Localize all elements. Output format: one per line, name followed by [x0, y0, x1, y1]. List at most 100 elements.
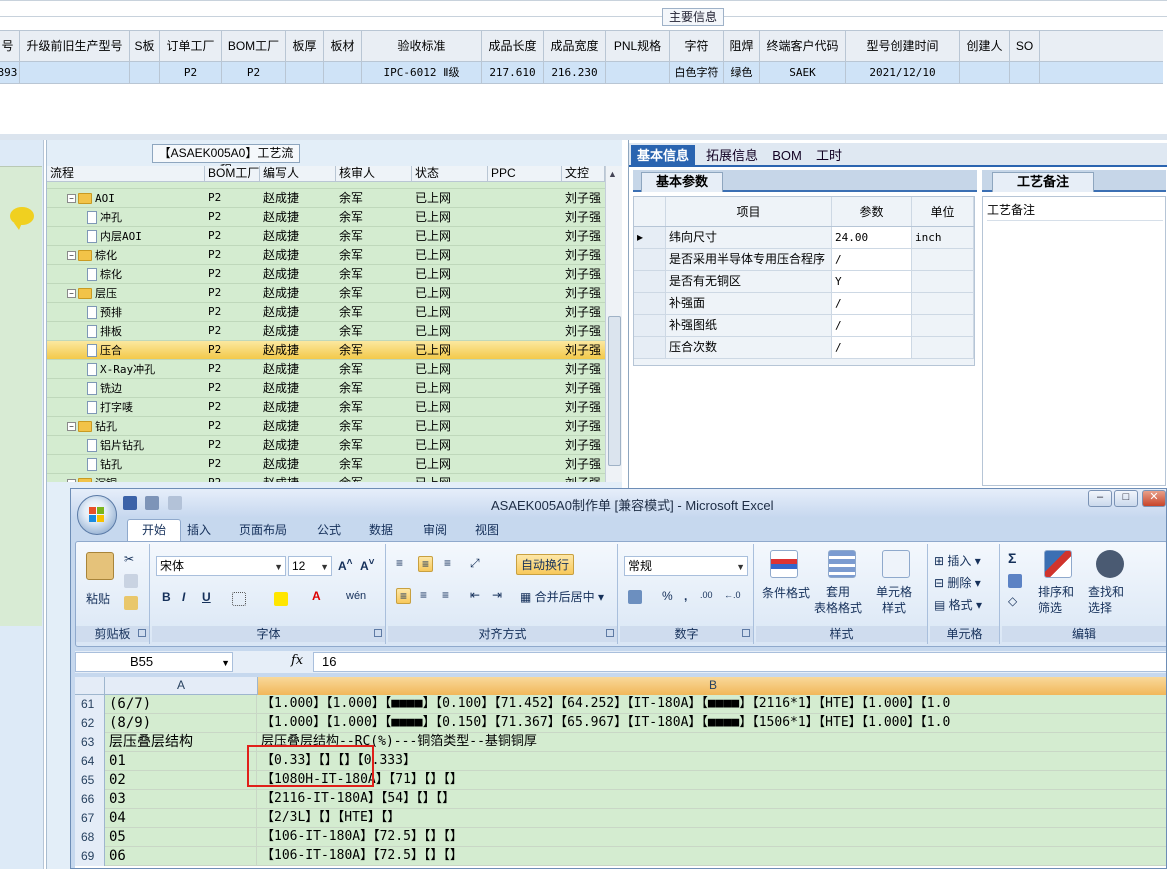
params-row[interactable]: 补强图纸 /: [634, 315, 974, 337]
ribbon-tab[interactable]: 开始: [127, 519, 182, 541]
fill-icon[interactable]: [1008, 574, 1022, 588]
insert-function-button[interactable]: fx: [291, 653, 303, 668]
params-row[interactable]: 压合次数 /: [634, 337, 974, 359]
cell-b[interactable]: 【1.000】【1.000】【■■■■】【0.150】【71.367】【65.9…: [258, 714, 1166, 733]
cell-a[interactable]: (8/9): [105, 714, 257, 733]
row-header[interactable]: 66: [75, 790, 105, 809]
tree-node[interactable]: 铝片钻孔: [87, 436, 205, 455]
tree-node[interactable]: 钻孔: [87, 455, 205, 474]
tree-row[interactable]: − AOI P2 赵成捷 余军 已上网 刘子强: [47, 189, 605, 208]
tree-row[interactable]: − 沉铜 P2赵成捷余军已上网 刘子强: [47, 474, 605, 482]
param-value[interactable]: 24.00: [832, 227, 912, 248]
close-button[interactable]: ✕: [1142, 490, 1166, 507]
format-cells-button[interactable]: ▤ 格式 ▾: [934, 596, 982, 613]
bold-button[interactable]: B: [162, 590, 171, 604]
cell-a[interactable]: 05: [105, 828, 257, 847]
cell-a[interactable]: 01: [105, 752, 257, 771]
orientation-icon[interactable]: ⤢: [470, 556, 480, 571]
row-header[interactable]: 67: [75, 809, 105, 828]
maximize-button[interactable]: □: [1114, 490, 1138, 507]
tree-node[interactable]: 棕化: [87, 265, 205, 284]
comma-button[interactable]: ,: [684, 589, 687, 603]
tab-work-hours[interactable]: 工时: [811, 145, 847, 167]
tree-row[interactable]: − 钻孔 P2 赵成捷 余军 已上网 刘子强: [47, 417, 605, 436]
percent-button[interactable]: %: [662, 589, 673, 603]
cell-b[interactable]: 【1.000】【1.000】【■■■■】【0.100】【71.452】【64.2…: [258, 695, 1166, 714]
tree-row[interactable]: 压合 P2 赵成捷 余军 已上网 刘子强: [47, 341, 605, 360]
conditional-format-button[interactable]: 条件格式: [762, 584, 810, 601]
cell-b[interactable]: 【2/3L】【】【HTE】【】: [258, 809, 1166, 828]
tree-row[interactable]: [47, 182, 605, 189]
cell-a[interactable]: 06: [105, 847, 257, 866]
increase-indent-icon[interactable]: ⇥: [492, 588, 502, 602]
wrap-text-button[interactable]: 自动换行: [516, 554, 575, 575]
redo-icon[interactable]: [167, 495, 182, 510]
main-info-row[interactable]: 393 P2P2 IPC-6012 Ⅱ级217.610216.230 白色字符绿色SA…: [0, 62, 1163, 84]
sort-filter-button[interactable]: 排序和 筛选: [1038, 584, 1074, 616]
tree-node[interactable]: − 层压: [67, 284, 205, 303]
row-header[interactable]: 68: [75, 828, 105, 847]
align-bottom-icon[interactable]: ≡: [444, 556, 451, 570]
row-header[interactable]: 62: [75, 714, 105, 733]
flow-column-header[interactable]: PPC: [488, 166, 562, 181]
border-icon[interactable]: [232, 592, 246, 606]
cell-b[interactable]: 【2116-IT-180A】【54】【】【】: [258, 790, 1166, 809]
column-header-b[interactable]: B: [258, 677, 1166, 695]
params-row[interactable]: 是否采用半导体专用压合程序 /: [634, 249, 974, 271]
param-value[interactable]: /: [832, 315, 912, 336]
cell-style-icon[interactable]: [882, 550, 910, 578]
tree-node[interactable]: X-Ray冲孔: [87, 360, 205, 379]
cell-a[interactable]: 层压叠层结构: [105, 733, 257, 752]
ribbon-tab[interactable]: 视图: [475, 521, 499, 541]
find-select-icon[interactable]: [1096, 550, 1124, 578]
process-flow-scrollbar[interactable]: ▲: [605, 166, 622, 482]
cut-icon[interactable]: ✂: [124, 552, 134, 566]
format-painter-icon[interactable]: [124, 596, 138, 610]
currency-icon[interactable]: [628, 590, 642, 604]
align-center-icon[interactable]: ≡: [420, 588, 427, 602]
autosum-button[interactable]: Σ: [1008, 550, 1016, 566]
save-icon[interactable]: [123, 495, 137, 510]
tree-node[interactable]: 冲孔: [87, 208, 205, 227]
param-value[interactable]: /: [832, 249, 912, 270]
cell-b[interactable]: 【1080H-IT-180A】【71】【】【】: [258, 771, 1166, 790]
conditional-format-icon[interactable]: [770, 550, 798, 578]
shrink-font-button[interactable]: A˅: [360, 557, 375, 573]
tree-row[interactable]: 冲孔 P2 赵成捷 余军 已上网 刘子强: [47, 208, 605, 227]
delete-cells-button[interactable]: ⊟ 删除 ▾: [934, 574, 981, 591]
tree-row[interactable]: X-Ray冲孔 P2 赵成捷 余军 已上网 刘子强: [47, 360, 605, 379]
grow-font-button[interactable]: A˄: [338, 557, 353, 573]
align-right-icon[interactable]: ≡: [442, 588, 449, 602]
params-column-header[interactable]: 项目: [666, 197, 832, 226]
font-color-icon[interactable]: A: [312, 589, 321, 603]
tree-node[interactable]: 预排: [87, 303, 205, 322]
underline-button[interactable]: U: [202, 590, 211, 604]
copy-icon[interactable]: [124, 574, 138, 588]
sort-filter-icon[interactable]: [1044, 550, 1072, 578]
tree-node[interactable]: 排板: [87, 322, 205, 341]
italic-button[interactable]: I: [182, 590, 185, 604]
scroll-up-icon[interactable]: ▲: [608, 169, 617, 179]
tree-row[interactable]: 棕化 P2 赵成捷 余军 已上网 刘子强: [47, 265, 605, 284]
param-value[interactable]: /: [832, 293, 912, 314]
tree-row[interactable]: 钻孔 P2 赵成捷 余军 已上网 刘子强: [47, 455, 605, 474]
fill-color-icon[interactable]: [274, 592, 288, 606]
ribbon-tab[interactable]: 数据: [369, 521, 393, 541]
ribbon-tab[interactable]: 页面布局: [239, 521, 287, 541]
collapse-icon[interactable]: −: [67, 194, 76, 204]
increase-decimal-button[interactable]: .00: [700, 590, 713, 600]
collapse-icon[interactable]: −: [67, 479, 76, 482]
params-row[interactable]: ▸ 纬向尺寸 24.00 inch: [634, 227, 974, 249]
font-name-select[interactable]: 宋体 ▼: [156, 556, 286, 576]
tree-row[interactable]: − 棕化 P2 赵成捷 余军 已上网 刘子强: [47, 246, 605, 265]
params-column-header[interactable]: 单位: [912, 197, 974, 226]
collapse-icon[interactable]: −: [67, 422, 76, 432]
row-header[interactable]: 64: [75, 752, 105, 771]
params-row[interactable]: 是否有无铜区 Y: [634, 271, 974, 293]
formula-input[interactable]: 16: [313, 652, 1166, 672]
params-row[interactable]: 补强面 /: [634, 293, 974, 315]
cell-a[interactable]: (6/7): [105, 695, 257, 714]
cell-b[interactable]: 【0.33】【】【】【0.333】: [258, 752, 1166, 771]
cell-a[interactable]: 04: [105, 809, 257, 828]
tree-node[interactable]: 打字唛: [87, 398, 205, 417]
